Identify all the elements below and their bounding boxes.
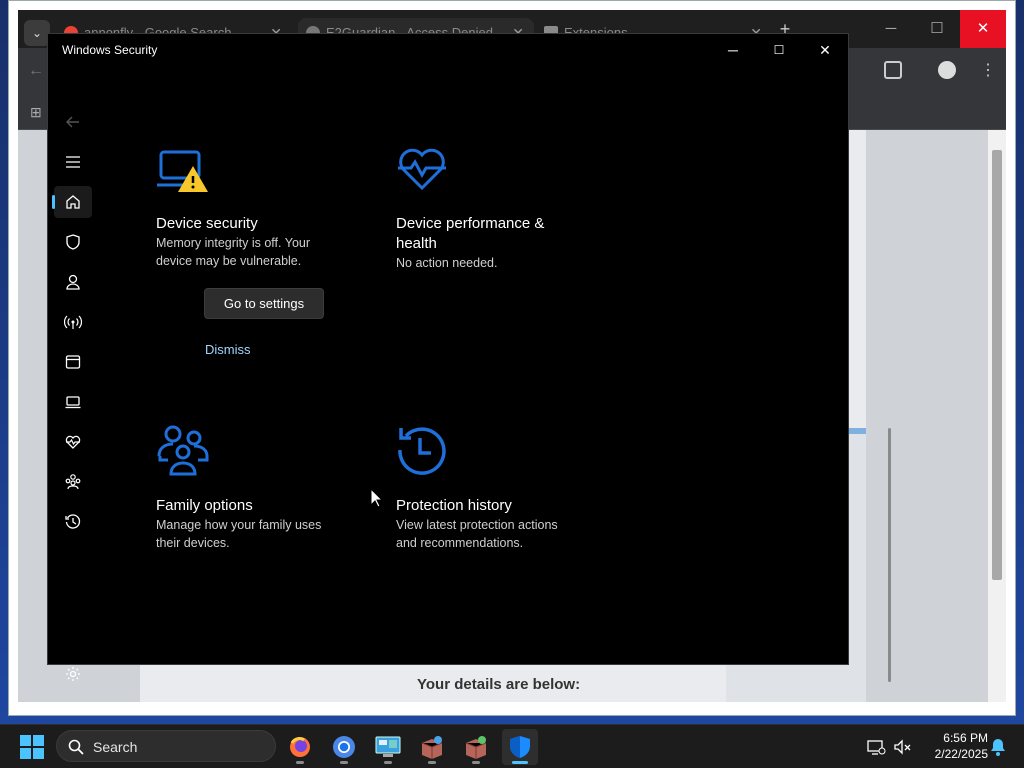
- laptop-warning-icon: [157, 150, 208, 192]
- nav-family-options[interactable]: [54, 466, 92, 498]
- clock-date: 2/22/2025: [934, 747, 988, 761]
- back-button[interactable]: [54, 106, 92, 138]
- antenna-icon: [64, 315, 82, 329]
- heart-pulse-icon: [398, 148, 446, 191]
- dismiss-link[interactable]: Dismiss: [205, 342, 251, 357]
- laptop-icon: [65, 396, 81, 409]
- running-indicator: [512, 761, 528, 764]
- nav-device-security[interactable]: [54, 386, 92, 418]
- taskbar-search[interactable]: Search: [56, 730, 276, 762]
- maximize-button[interactable]: ☐: [756, 34, 802, 66]
- go-to-settings-button[interactable]: Go to settings: [204, 288, 324, 319]
- windows-security-window: Windows Security ─ ☐ ✕ Device security M…: [47, 33, 891, 682]
- taskbar: Search 6:56 PM 2/22/2025: [0, 724, 1024, 768]
- tile-description: View latest protection actions: [396, 518, 558, 532]
- windows-start-icon[interactable]: [20, 735, 44, 759]
- tile-description: their devices.: [156, 536, 230, 550]
- shield-icon: [510, 736, 530, 758]
- content-scrollbar[interactable]: [888, 428, 891, 682]
- tile-title: Family options: [156, 497, 253, 514]
- scrollbar-thumb[interactable]: [992, 150, 1002, 580]
- tile-device-performance[interactable]: Device performance & health No action ne…: [396, 146, 626, 286]
- tile-device-security: Device security Memory integrity is off.…: [156, 148, 386, 368]
- profile-icon[interactable]: [938, 61, 956, 79]
- home-icon: [66, 195, 80, 209]
- taskbar-chrome[interactable]: [326, 729, 362, 765]
- search-icon: [68, 739, 84, 755]
- window-title: Windows Security: [62, 43, 158, 57]
- taskbar-app-box-2[interactable]: [458, 729, 494, 765]
- hamburger-menu-icon: [66, 156, 80, 168]
- clock-time: 6:56 PM: [943, 731, 988, 745]
- tile-title: Device security: [156, 215, 258, 232]
- taskbar-app-box-1[interactable]: [414, 729, 450, 765]
- tile-title: Device performance &: [396, 215, 545, 232]
- notification-bell-icon[interactable]: [988, 737, 1008, 757]
- close-button[interactable]: ✕: [802, 34, 848, 66]
- family-icon: [157, 425, 209, 476]
- running-indicator: [472, 761, 480, 764]
- firefox-icon: [290, 737, 310, 757]
- chrome-icon: [333, 736, 355, 758]
- network-display-icon[interactable]: [866, 737, 886, 757]
- extensions-icon[interactable]: [884, 61, 902, 79]
- nav-settings[interactable]: [54, 658, 92, 690]
- title-bar: Windows Security ─ ☐ ✕: [48, 34, 848, 66]
- nav-protection-history[interactable]: [54, 506, 92, 538]
- browser-window-icon: [65, 355, 81, 369]
- nav-virus-threat-protection[interactable]: [54, 226, 92, 258]
- taskbar-windows-security[interactable]: [502, 729, 538, 765]
- minimize-button[interactable]: ─: [710, 34, 756, 66]
- search-label: Search: [93, 739, 138, 755]
- running-indicator: [340, 761, 348, 764]
- main-content: Device security Memory integrity is off.…: [94, 66, 891, 682]
- back-arrow-icon[interactable]: ←: [28, 62, 44, 80]
- running-indicator: [428, 761, 436, 764]
- tile-description: Manage how your family uses: [156, 518, 322, 532]
- apps-grid-icon[interactable]: ⊞: [30, 104, 42, 121]
- nav-home[interactable]: [52, 186, 92, 218]
- shield-icon: [66, 234, 80, 250]
- running-indicator: [384, 761, 392, 764]
- control-panel-icon: [375, 736, 401, 757]
- tile-description: No action needed.: [396, 256, 498, 270]
- volume-muted-icon[interactable]: [892, 737, 912, 757]
- browser-maximize-button[interactable]: ☐: [914, 10, 960, 48]
- tile-family-options[interactable]: Family options Manage how your family us…: [156, 424, 386, 554]
- tile-description: and recommendations.: [396, 536, 524, 550]
- history-icon: [65, 514, 81, 529]
- taskbar-clock[interactable]: 6:56 PM 2/22/2025: [918, 730, 988, 762]
- browser-close-button[interactable]: ✕: [960, 10, 1006, 48]
- browser-scrollbar[interactable]: [988, 130, 1006, 702]
- family-icon: [65, 474, 81, 490]
- nav-firewall-network[interactable]: [54, 306, 92, 338]
- heart-pulse-icon: [65, 435, 81, 449]
- navigation-rail: [48, 66, 94, 681]
- running-indicator: [296, 761, 304, 764]
- taskbar-firefox[interactable]: [282, 729, 318, 765]
- menu-button[interactable]: [54, 146, 92, 178]
- nav-app-browser-control[interactable]: [54, 346, 92, 378]
- taskbar-control-panel[interactable]: [370, 729, 406, 765]
- page-heading: Your details are below:: [417, 676, 581, 693]
- browser-minimize-button[interactable]: ─: [868, 10, 914, 48]
- tile-description: device may be vulnerable.: [156, 254, 302, 268]
- person-icon: [66, 274, 80, 290]
- tile-protection-history[interactable]: Protection history View latest protectio…: [396, 424, 626, 554]
- tile-description: Memory integrity is off. Your: [156, 236, 311, 250]
- mouse-cursor-icon: [370, 488, 384, 508]
- back-arrow-icon: [66, 116, 79, 128]
- package-icon: [465, 736, 487, 759]
- package-icon: [421, 736, 443, 759]
- tile-title: Protection history: [396, 497, 512, 514]
- nav-device-performance[interactable]: [54, 426, 92, 458]
- tile-title: health: [396, 235, 437, 252]
- history-icon: [398, 427, 446, 475]
- gear-icon: [66, 667, 80, 681]
- nav-account-protection[interactable]: [54, 266, 92, 298]
- more-menu-icon[interactable]: ⋮: [980, 60, 996, 80]
